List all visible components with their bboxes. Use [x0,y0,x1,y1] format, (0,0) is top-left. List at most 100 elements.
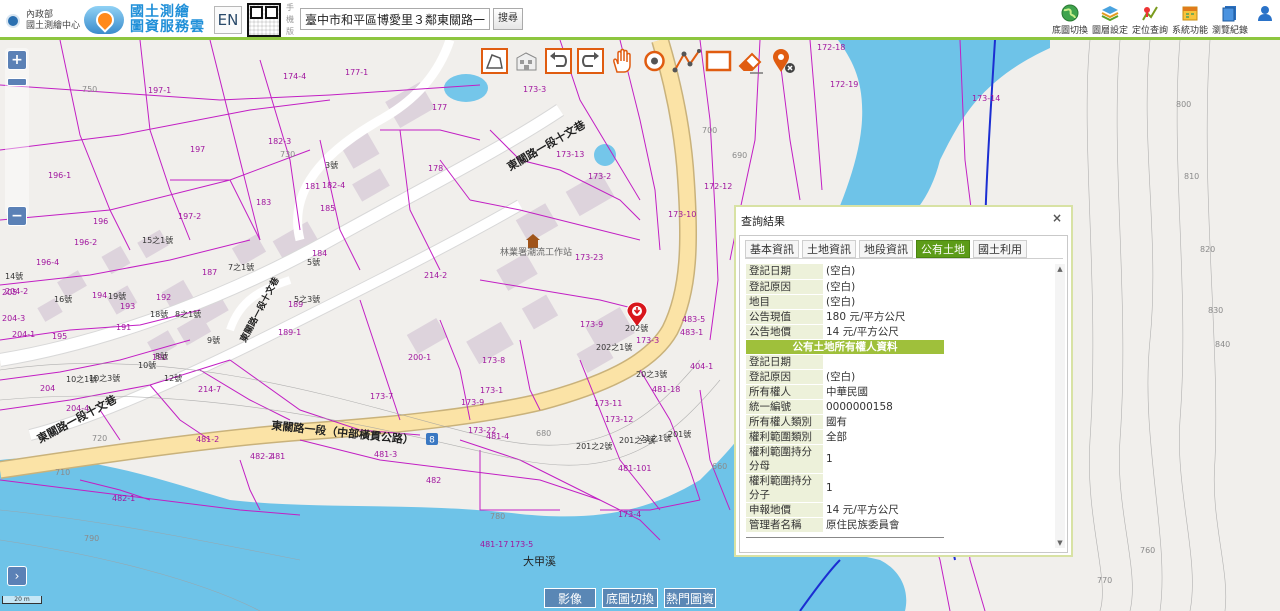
zoom-in-button[interactable]: + [7,50,27,70]
qr-code-icon[interactable] [247,3,281,37]
owner-section-title: 公有土地所有權人資料 [746,339,944,355]
site-logo[interactable]: 國土測繪 圖資服務雲 [84,4,208,36]
parcel-label: 172-12 [704,182,733,191]
polyline-icon [672,49,701,73]
parcel-label: 194 [92,291,108,300]
parcel-label: 404-1 [690,362,714,371]
basemap-switch-tool[interactable]: 底圖切換 [1050,2,1090,38]
house-number-label: 15之1號 [142,236,174,245]
address-search-input[interactable] [300,8,490,30]
house-number-label: 10之3號 [89,374,121,383]
scroll-up-arrow-icon[interactable]: ▲ [1055,264,1065,274]
table-row: 權利範圍持分分母 1 [746,444,944,474]
measure-area-tool[interactable] [480,46,509,76]
locate-query-label: 定位查詢 [1131,26,1168,36]
field-value: 原住民族委員會 [823,517,944,533]
popular-maps-button[interactable]: 熱門圖資 [664,588,716,608]
field-value: 180 元/平方公尺 [823,309,944,325]
redo-tool[interactable] [576,46,605,76]
mobile-version-link[interactable]: 手機版 [286,2,296,38]
parcel-label: 173-2 [588,172,612,181]
expand-panel-button[interactable]: › [7,566,27,586]
contour-label: 820 [1200,245,1216,254]
zoom-out-button[interactable]: − [7,206,27,226]
moi-logo[interactable]: 內政部 國土測繪中心 [6,10,80,32]
eraser-tool[interactable] [736,46,765,76]
parcel-label: 173-9 [461,398,485,407]
field-label: 統一編號 [746,399,823,415]
tab-land-info[interactable]: 土地資訊 [802,240,856,258]
parcel-label: 193 [120,302,136,311]
table-row: 公告現值 180 元/平方公尺 [746,309,944,325]
house-number-label: 8之1號 [175,310,202,319]
parcel-label: 192 [156,293,172,302]
system-functions-tool[interactable]: 系統功能 [1170,2,1210,38]
browse-history-label: 瀏覽紀錄 [1211,26,1248,36]
parcel-label: 182-4 [322,181,346,190]
user-account-tool[interactable] [1250,2,1280,38]
basemap-switch-bottom-button[interactable]: 底圖切換 [602,588,658,608]
house-number-label: 201之2號 [576,442,613,451]
parcel-label: 482-1 [112,494,136,503]
popup-scrollbar[interactable]: ▲ ▼ [1055,264,1065,548]
user-icon [1258,6,1272,21]
parcel-label: 197-1 [148,86,172,95]
parcel-label: 173-3 [523,85,547,94]
parcel-label: 481-18 [652,385,681,394]
table-row: 登記日期 [746,354,944,370]
table-row: 登記原因 (空白) [746,279,944,295]
locate-query-tool[interactable]: 定位查詢 [1130,2,1170,38]
tab-basic-info[interactable]: 基本資訊 [745,240,799,258]
house-number-label: 19號 [108,292,127,301]
contour-label: 780 [490,512,506,521]
contour-label: 710 [55,468,71,477]
house-number-label: 202號 [625,324,649,333]
close-icon[interactable]: × [1051,212,1063,224]
parcel-label: 481-3 [374,450,398,459]
field-label: 登記原因 [746,279,823,295]
scale-bar: 20 m [2,596,42,604]
parcel-label: 481-2 [196,435,220,444]
contour-label: 830 [1208,306,1224,315]
field-label: 管理者名稱 [746,517,823,533]
polyline-tool[interactable] [672,46,701,76]
contour-label: 800 [1176,100,1192,109]
house-number-label: 5之3號 [294,295,321,304]
clear-marker-tool[interactable] [768,46,797,76]
zoom-slider-handle[interactable] [7,78,27,86]
parcel-label: 187 [202,268,218,277]
tab-section-info[interactable]: 地段資訊 [859,240,913,258]
parcel-label: 173-7 [370,392,394,401]
imagery-button[interactable]: 影像 [544,588,596,608]
tab-public-land[interactable]: 公有土地 [916,240,970,258]
layer-settings-tool[interactable]: 圖層設定 [1090,2,1130,38]
table-row: 登記原因 (空白) [746,369,944,385]
building-3d-tool[interactable] [512,46,541,76]
parcel-label: 483-1 [680,328,704,337]
search-button[interactable]: 搜尋 [493,8,523,30]
browse-history-tool[interactable]: 瀏覽紀錄 [1210,2,1250,38]
field-label: 所有權人 [746,384,823,400]
pan-tool[interactable] [608,46,637,76]
point-tool[interactable] [640,46,669,76]
moi-logo-line1: 內政部 [26,10,54,20]
scroll-down-arrow-icon[interactable]: ▼ [1055,538,1065,548]
parcel-label: 172-18 [817,43,846,52]
tab-land-use[interactable]: 國土利用 [973,240,1027,258]
clear-marker-icon [773,49,795,73]
undo-tool[interactable] [544,46,573,76]
field-value: (空白) [823,264,944,280]
parcel-label: 214-2 [424,271,448,280]
popup-tabs: 基本資訊 土地資訊 地段資訊 公有土地 國土利用 [745,240,1030,258]
table-row: 所有權人 中華民國 [746,384,944,400]
parcel-label: 178 [428,164,444,173]
english-button[interactable]: EN [214,6,242,34]
rectangle-tool[interactable] [704,46,733,76]
map-canvas[interactable]: 8 東關路一段十文巷 東關路一段十文巷 東關路一段（中部橫貫公路） 東關路一段十… [0,40,1280,611]
popup-header[interactable]: 查詢結果 × [736,207,1071,233]
parcel-label: 173-23 [575,253,604,262]
house-number-label: 21之1號 [640,434,672,443]
parcel-label: 177-1 [345,68,369,77]
site-title-line1: 國土測繪 [130,4,190,20]
field-label: 權利範圍持分分子 [746,473,823,503]
